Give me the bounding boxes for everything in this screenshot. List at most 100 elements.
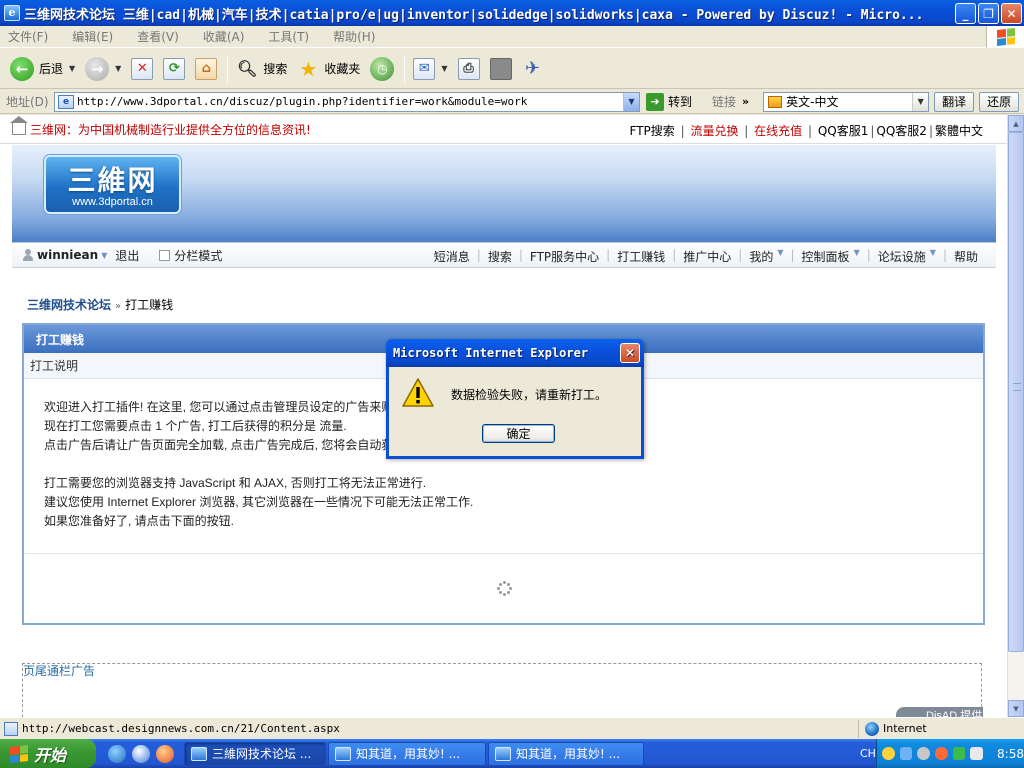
mine-dropdown-icon[interactable]: ▼ bbox=[777, 248, 783, 265]
volume-tray-icon[interactable] bbox=[917, 747, 931, 760]
warning-icon bbox=[402, 378, 434, 407]
nav-mine[interactable]: 我的 bbox=[749, 248, 773, 265]
site-logo[interactable]: 三維网 www.3dportal.cn bbox=[44, 155, 181, 214]
ftp-search-link[interactable]: FTP搜索 bbox=[630, 124, 675, 138]
clock[interactable]: 8:58 bbox=[997, 747, 1024, 761]
forward-dropdown-icon[interactable]: ▼ bbox=[115, 64, 121, 73]
translate-select-value: 英文-中文 bbox=[786, 95, 839, 109]
links-chevron-icon[interactable]: » bbox=[742, 95, 749, 108]
refresh-button[interactable]: ⟳ bbox=[159, 52, 189, 86]
print-button[interactable]: ⎙ bbox=[454, 52, 484, 86]
traditional-chinese-link[interactable]: 繁體中文 bbox=[935, 124, 983, 138]
network-tray-icon[interactable] bbox=[899, 747, 913, 760]
disad-badge[interactable]: DisAD 提供 bbox=[896, 707, 983, 717]
taskbar-item-forum[interactable]: 三維网技术论坛 ... bbox=[184, 741, 326, 766]
facilities-dropdown-icon[interactable]: ▼ bbox=[930, 248, 936, 265]
scroll-down-icon[interactable]: ▼ bbox=[1008, 700, 1024, 717]
traffic-exchange-link[interactable]: 流量兑换 bbox=[690, 124, 738, 138]
window-title-bar[interactable]: e 三维网技术论坛 三维|cad|机械|汽车|技术|catia|pro/e|ug… bbox=[0, 0, 1024, 26]
maximize-button[interactable]: ❐ bbox=[978, 3, 999, 24]
nav-work-earn[interactable]: 打工赚钱 bbox=[617, 248, 665, 265]
forward-button[interactable]: → ▼ bbox=[81, 52, 125, 86]
menu-tools[interactable]: 工具(T) bbox=[268, 28, 309, 45]
menu-help[interactable]: 帮助(H) bbox=[333, 28, 375, 45]
breadcrumb-home[interactable]: 三维网技术论坛 bbox=[27, 298, 111, 312]
dialog-title: Microsoft Internet Explorer bbox=[393, 346, 589, 360]
qq-tray-icon[interactable] bbox=[882, 747, 895, 760]
taskbar-item-window3[interactable]: 知其道，用其妙! ... bbox=[488, 741, 644, 766]
minimize-button[interactable]: _ bbox=[955, 3, 976, 24]
security-zone[interactable]: Internet bbox=[858, 719, 927, 738]
language-indicator[interactable]: CH bbox=[860, 747, 876, 760]
translate-dropdown-icon[interactable]: ▼ bbox=[912, 92, 929, 111]
menu-file[interactable]: 文件(F) bbox=[8, 28, 48, 45]
page-icon: e bbox=[58, 94, 74, 109]
scroll-up-icon[interactable]: ▲ bbox=[1008, 115, 1024, 132]
favorites-label: 收藏夹 bbox=[324, 62, 361, 76]
nav-search[interactable]: 搜索 bbox=[488, 248, 512, 265]
scrollbar-thumb[interactable] bbox=[1008, 132, 1024, 652]
restore-button[interactable]: 还原 bbox=[979, 91, 1020, 112]
address-url[interactable]: http://www.3dportal.cn/discuz/plugin.php… bbox=[77, 95, 527, 108]
window-controls: _ ❐ ✕ bbox=[955, 3, 1022, 24]
split-mode-label[interactable]: 分栏模式 bbox=[174, 247, 222, 264]
translate-select[interactable]: 英文-中文 ▼ bbox=[763, 91, 930, 112]
mail-dropdown-icon[interactable]: ▼ bbox=[441, 64, 447, 73]
messenger-button[interactable]: ✈ bbox=[518, 52, 548, 86]
ok-button[interactable]: 确定 bbox=[482, 424, 555, 443]
menu-edit[interactable]: 编辑(E) bbox=[72, 28, 113, 45]
dialog-title-bar[interactable]: Microsoft Internet Explorer ✕ bbox=[386, 339, 644, 367]
media-quicklaunch-icon[interactable] bbox=[156, 744, 174, 763]
translate-button[interactable]: 翻译 bbox=[934, 91, 975, 112]
menu-view[interactable]: 查看(V) bbox=[137, 28, 179, 45]
nav-messages[interactable]: 短消息 bbox=[434, 248, 470, 265]
stop-button[interactable]: ✕ bbox=[127, 52, 157, 86]
messenger-icon: ✈ bbox=[524, 58, 541, 79]
user-dropdown-icon[interactable]: ▼ bbox=[101, 251, 107, 260]
close-button[interactable]: ✕ bbox=[1001, 3, 1022, 24]
online-recharge-link[interactable]: 在线充值 bbox=[754, 124, 802, 138]
nav-ftp-center[interactable]: FTP服务中心 bbox=[530, 248, 599, 265]
qq-service-2-link[interactable]: QQ客服2 bbox=[876, 124, 927, 138]
taskbar-item-window2[interactable]: 知其道，用其妙! ... bbox=[328, 741, 486, 766]
monitor-tray-icon[interactable] bbox=[970, 747, 984, 760]
control-panel-dropdown-icon[interactable]: ▼ bbox=[854, 248, 860, 265]
history-button[interactable]: ◷ bbox=[366, 52, 398, 86]
dialog-close-button[interactable]: ✕ bbox=[620, 343, 640, 363]
umbrella-tray-icon[interactable] bbox=[952, 747, 966, 760]
home-button[interactable]: ⌂ bbox=[191, 52, 221, 86]
breadcrumb: 三维网技术论坛 » 打工赚钱 bbox=[27, 296, 173, 313]
edit-button[interactable] bbox=[486, 52, 516, 86]
vertical-scrollbar[interactable]: ▲ ▼ bbox=[1007, 115, 1024, 717]
links-label[interactable]: 链接 bbox=[712, 93, 736, 110]
search-button[interactable]: 🔍︎ 搜索 bbox=[232, 52, 291, 86]
desktop-quicklaunch-icon[interactable] bbox=[132, 744, 150, 763]
home-icon[interactable] bbox=[10, 116, 28, 135]
back-button[interactable]: ← 后退 ▼ bbox=[6, 52, 79, 86]
back-dropdown-icon[interactable]: ▼ bbox=[69, 64, 75, 73]
nav-control-panel[interactable]: 控制面板 bbox=[802, 248, 850, 265]
split-mode-checkbox[interactable] bbox=[159, 249, 171, 261]
footer-ad-area: 页尾通栏广告 DisAD 提供 bbox=[22, 663, 983, 717]
app-tray-icon[interactable] bbox=[935, 747, 948, 760]
start-label: 开始 bbox=[34, 745, 67, 765]
qq-service-1-link[interactable]: QQ客服1 bbox=[818, 124, 869, 138]
status-text: http://webcast.designnews.com.cn/21/Cont… bbox=[22, 722, 340, 735]
username-link[interactable]: winniean bbox=[37, 248, 98, 262]
nav-promotion-center[interactable]: 推广中心 bbox=[683, 248, 731, 265]
address-input[interactable]: e http://www.3dportal.cn/discuz/plugin.p… bbox=[54, 91, 640, 112]
mail-button[interactable]: ✉ ▼ bbox=[409, 52, 451, 86]
menu-bar: 文件(F) 编辑(E) 查看(V) 收藏(A) 工具(T) 帮助(H) bbox=[0, 26, 1024, 48]
menu-favorites[interactable]: 收藏(A) bbox=[203, 28, 245, 45]
loading-spinner-icon bbox=[497, 581, 512, 596]
start-button[interactable]: 开始 bbox=[0, 739, 96, 768]
address-bar: 地址(D) e http://www.3dportal.cn/discuz/pl… bbox=[0, 90, 1024, 114]
nav-forum-facilities[interactable]: 论坛设施 bbox=[878, 248, 926, 265]
goto-button[interactable]: ➜ 转到 bbox=[646, 92, 692, 111]
logout-link[interactable]: 退出 bbox=[115, 247, 139, 264]
ie-quicklaunch-icon[interactable] bbox=[108, 744, 126, 763]
nav-help[interactable]: 帮助 bbox=[954, 248, 978, 265]
favorites-button[interactable]: ★ 收藏夹 bbox=[293, 52, 364, 86]
search-icon: 🔍︎ bbox=[237, 59, 258, 78]
address-dropdown-icon[interactable]: ▼ bbox=[623, 92, 639, 111]
